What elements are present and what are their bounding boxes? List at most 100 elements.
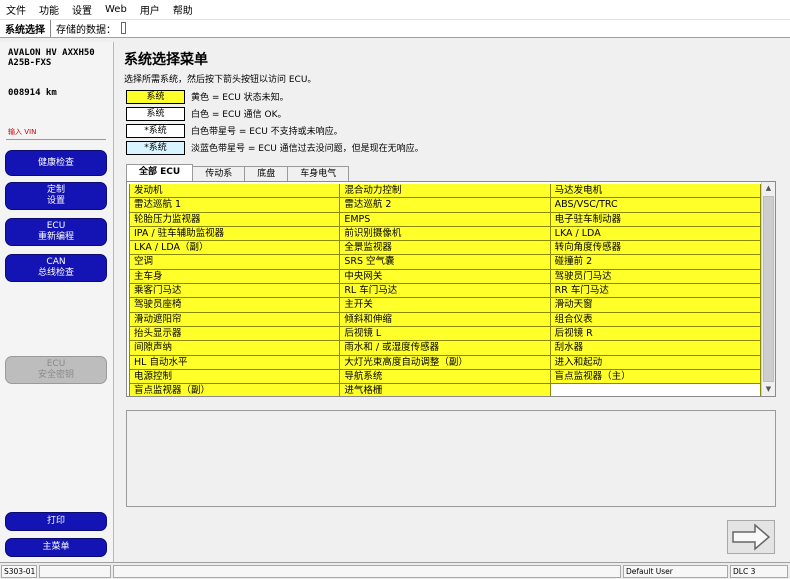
ecu-cell[interactable]: ABS/VSC/TRC — [550, 198, 761, 213]
ecu-cell[interactable]: 发动机 — [129, 184, 341, 199]
health-check-button[interactable]: 健康检查 — [5, 150, 107, 176]
ecu-cell[interactable]: 全景监视器 — [340, 241, 551, 256]
ecu-row: 主车身 中央网关 驾驶员门马达 — [129, 269, 761, 285]
left-panel: AVALON HV AXXH50 A25B-FXS 008914 km 输入 V… — [0, 42, 114, 562]
ecu-cell[interactable]: 电源控制 — [129, 369, 341, 385]
ecu-cell[interactable]: 抬头显示器 — [129, 326, 341, 342]
ecu-list: 发动机 混合动力控制 马达发电机 雷达巡航 1 雷达巡航 2 ABS/VSC/TRC 轮胎压… — [126, 181, 776, 397]
ecu-cell[interactable]: 混合动力控制 — [340, 184, 551, 199]
print-button[interactable]: 打印 — [5, 512, 107, 531]
customize-settings-button[interactable]: 定制 设置 — [5, 182, 107, 210]
legend-swatch-white-star: *系统 — [126, 123, 185, 138]
legend-desc-yellow: 黄色 = ECU 状态未知。 — [191, 93, 289, 103]
can-check-label-2: 总线检查 — [37, 268, 74, 278]
vin-input-label[interactable]: 输入 VIN — [8, 127, 36, 137]
top-tab-strip: 系统选择 存储的数据： — [0, 20, 790, 38]
ecu-cell[interactable]: 驾驶员座椅 — [129, 298, 341, 313]
menu-user[interactable]: 用户 — [140, 2, 160, 17]
ecu-grid: 发动机 混合动力控制 马达发电机 雷达巡航 1 雷达巡航 2 ABS/VSC/TRC 轮胎压… — [129, 184, 761, 396]
ecu-cell[interactable]: 盲点监视器（副） — [129, 384, 341, 396]
ecu-cell[interactable]: 乘客门马达 — [129, 284, 341, 299]
tab-system-select[interactable]: 系统选择 — [0, 20, 51, 37]
ecu-cell[interactable]: 转向角度传感器 — [550, 241, 761, 256]
tab-body-electrical[interactable]: 车身电气 — [287, 166, 350, 181]
ecu-cell[interactable]: 间隙声纳 — [129, 341, 341, 356]
next-arrow-button[interactable] — [727, 520, 775, 554]
ecu-cell[interactable]: HL 自动水平 — [129, 355, 341, 370]
ecu-cell[interactable]: 滑动遮阳帘 — [129, 312, 341, 327]
legend-swatch-white: 系统 — [126, 106, 185, 121]
ecu-cell[interactable]: SRS 空气囊 — [340, 255, 551, 270]
ecu-cell[interactable]: 倾斜和伸缩 — [340, 312, 551, 327]
menu-web[interactable]: Web — [105, 4, 127, 15]
ecu-cell[interactable]: RL 车门马达 — [340, 284, 551, 299]
ecu-cell[interactable]: 碰撞前 2 — [550, 255, 761, 270]
tab-chassis[interactable]: 底盘 — [244, 166, 289, 181]
ecu-row: 发动机 混合动力控制 马达发电机 — [129, 184, 761, 199]
ecu-row: 盲点监视器（副） 进气格栅 — [129, 384, 761, 396]
status-cell-2 — [39, 565, 111, 578]
ecu-cell[interactable]: 后视镜 R — [550, 326, 761, 342]
tab-saved-data[interactable]: 存储的数据： — [51, 20, 121, 37]
saved-data-box — [121, 22, 126, 34]
ecu-cell[interactable]: 大灯光束高度自动调整（副） — [340, 355, 551, 370]
status-code: S303-01 — [1, 565, 37, 578]
ecu-reprogram-button[interactable]: ECU 重新编程 — [5, 218, 107, 246]
menu-file[interactable]: 文件 — [6, 2, 26, 17]
menu-bar: 文件 功能 设置 Web 用户 帮助 — [0, 0, 790, 20]
menu-settings[interactable]: 设置 — [72, 2, 92, 17]
ecu-row: 乘客门马达 RL 车门马达 RR 车门马达 — [129, 284, 761, 299]
ecu-cell[interactable]: 滑动天窗 — [550, 298, 761, 313]
legend-desc-white-star: 白色带星号 = ECU 不支持或未响应。 — [191, 127, 343, 137]
ecu-cell[interactable]: LKA / LDA（副） — [129, 241, 341, 256]
ecu-cell[interactable]: IPA / 驻车辅助监视器 — [129, 226, 341, 242]
ecu-cell[interactable]: 马达发电机 — [550, 184, 761, 199]
ecu-cell[interactable]: 进入和起动 — [550, 355, 761, 370]
print-label: 打印 — [46, 516, 65, 526]
ecu-cell[interactable]: 轮胎压力监视器 — [129, 212, 341, 227]
ecu-cell[interactable]: 驾驶员门马达 — [550, 269, 761, 285]
ecu-cell[interactable]: 盲点监视器（主） — [550, 369, 761, 385]
status-bar: S303-01 Default User DLC 3 — [0, 562, 790, 579]
ecu-cell[interactable]: 导航系统 — [340, 369, 551, 385]
ecu-row: 间隙声纳 雨水和 / 或湿度传感器 刮水器 — [129, 341, 761, 356]
ecu-cell[interactable]: 电子驻车制动器 — [550, 212, 761, 227]
ecu-cell[interactable]: RR 车门马达 — [550, 284, 761, 299]
ecu-cell[interactable]: 后视镜 L — [340, 326, 551, 342]
ecu-list-scrollbar[interactable]: ▲ ▼ — [761, 182, 775, 396]
scroll-up-arrow-icon[interactable]: ▲ — [762, 182, 775, 195]
ecu-cell — [550, 384, 761, 396]
ecu-cell[interactable]: 主车身 — [129, 269, 341, 285]
ecu-row: 空调 SRS 空气囊 碰撞前 2 — [129, 255, 761, 270]
instruction-text: 选择所需系统，然后按下箭头按钮以访问 ECU。 — [124, 75, 317, 85]
ecu-row: LKA / LDA（副） 全景监视器 转向角度传感器 — [129, 241, 761, 256]
ecu-cell[interactable]: 雷达巡航 1 — [129, 198, 341, 213]
ecu-cell[interactable]: 空调 — [129, 255, 341, 270]
legend-lightblue-star: *系统 淡蓝色带星号 = ECU 通信过去没问题，但是现在无响应。 — [126, 140, 424, 155]
ecu-cell[interactable]: 组合仪表 — [550, 312, 761, 327]
menu-function[interactable]: 功能 — [39, 2, 59, 17]
ecu-row: 电源控制 导航系统 盲点监视器（主） — [129, 369, 761, 385]
legend-desc-white: 白色 = ECU 通信 OK。 — [191, 110, 287, 120]
main-menu-button[interactable]: 主菜单 — [5, 538, 107, 557]
ecu-cell[interactable]: 前识别摄像机 — [340, 226, 551, 242]
ecu-cell[interactable]: 刮水器 — [550, 341, 761, 356]
tab-powertrain[interactable]: 传动系 — [192, 166, 246, 181]
ecu-row: 轮胎压力监视器 EMPS 电子驻车制动器 — [129, 212, 761, 227]
scroll-down-arrow-icon[interactable]: ▼ — [762, 383, 775, 396]
tab-all-ecu[interactable]: 全部 ECU — [126, 164, 194, 181]
ecu-cell[interactable]: 雨水和 / 或湿度传感器 — [340, 341, 551, 356]
ecu-cell[interactable]: LKA / LDA — [550, 226, 761, 242]
menu-help[interactable]: 帮助 — [173, 2, 193, 17]
ecu-cell[interactable]: 进气格栅 — [340, 384, 551, 396]
ecu-cell[interactable]: 雷达巡航 2 — [340, 198, 551, 213]
ecu-row: 雷达巡航 1 雷达巡航 2 ABS/VSC/TRC — [129, 198, 761, 213]
ecu-cell[interactable]: 主开关 — [340, 298, 551, 313]
ecu-security-label-1: ECU — [46, 359, 66, 369]
scroll-thumb[interactable] — [763, 196, 774, 382]
ecu-reprogram-label-2: 重新编程 — [37, 232, 74, 242]
customize-label-2: 设置 — [46, 196, 65, 206]
ecu-cell[interactable]: 中央网关 — [340, 269, 551, 285]
can-bus-check-button[interactable]: CAN 总线检查 — [5, 254, 107, 282]
ecu-cell[interactable]: EMPS — [340, 212, 551, 227]
